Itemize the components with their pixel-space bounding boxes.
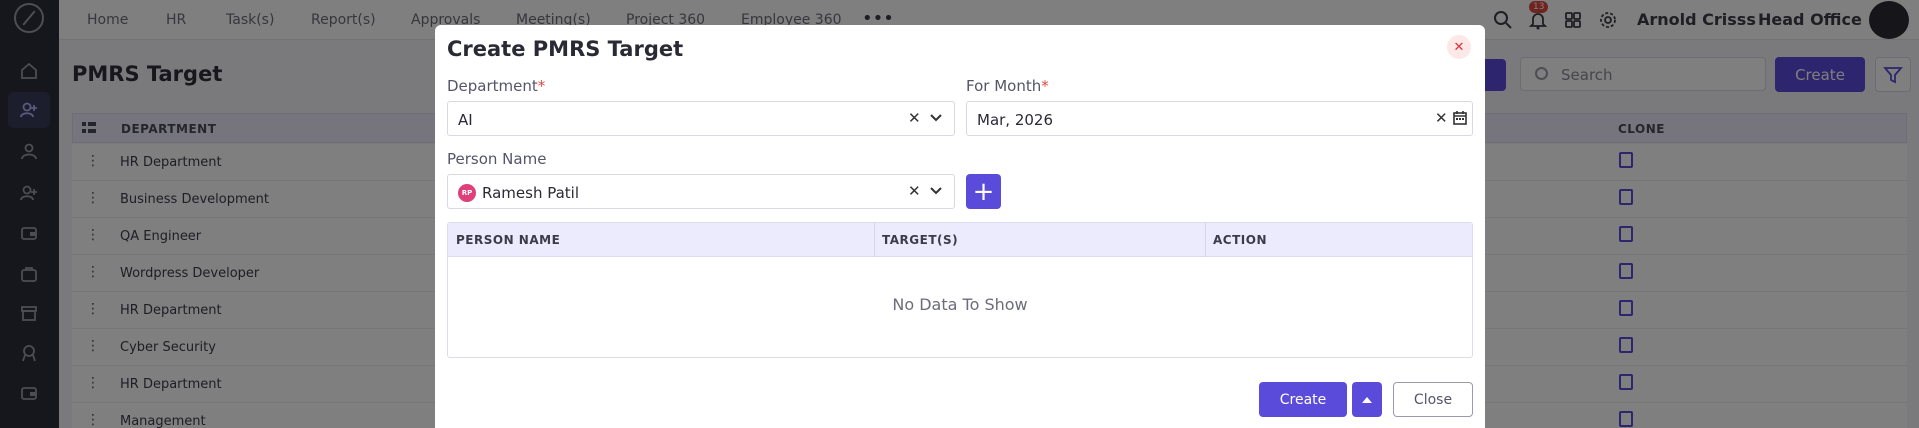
caret-up-icon bbox=[1362, 396, 1372, 403]
clear-icon[interactable]: ✕ bbox=[1435, 109, 1448, 127]
month-value: Mar, 2026 bbox=[977, 111, 1054, 129]
person-avatar: RP bbox=[458, 184, 476, 202]
person-name-label: Person Name bbox=[447, 150, 547, 168]
required-mark: * bbox=[1041, 77, 1049, 95]
calendar-icon[interactable] bbox=[1453, 110, 1467, 126]
column-targets: TARGET(S) bbox=[882, 233, 959, 247]
chevron-down-icon[interactable] bbox=[929, 110, 943, 126]
clear-icon[interactable]: ✕ bbox=[908, 109, 921, 127]
target-table-header: PERSON NAME TARGET(S) ACTION bbox=[448, 223, 1472, 257]
required-mark: * bbox=[537, 77, 546, 95]
column-person-name: PERSON NAME bbox=[456, 233, 561, 247]
chevron-down-icon[interactable] bbox=[929, 183, 943, 199]
target-table: PERSON NAME TARGET(S) ACTION No Data To … bbox=[447, 222, 1473, 358]
empty-state: No Data To Show bbox=[892, 295, 1028, 314]
person-value: Ramesh Patil bbox=[482, 184, 579, 202]
dialog-title: Create PMRS Target bbox=[447, 37, 684, 61]
create-button[interactable]: Create bbox=[1259, 382, 1347, 417]
clear-icon[interactable]: ✕ bbox=[908, 182, 921, 200]
month-picker[interactable]: Mar, 2026 ✕ bbox=[966, 101, 1473, 136]
person-select[interactable]: RP Ramesh Patil ✕ bbox=[447, 174, 955, 209]
create-options-button[interactable] bbox=[1352, 382, 1382, 417]
close-icon[interactable]: ✕ bbox=[1447, 35, 1471, 59]
close-button[interactable]: Close bbox=[1393, 382, 1473, 417]
add-person-button[interactable]: + bbox=[966, 174, 1001, 209]
department-label: Department* bbox=[447, 77, 546, 95]
create-pmrs-target-dialog: Create PMRS Target ✕ Department* AI ✕ Fo… bbox=[435, 25, 1485, 428]
department-select[interactable]: AI ✕ bbox=[447, 101, 955, 136]
for-month-label: For Month* bbox=[966, 77, 1049, 95]
column-action: ACTION bbox=[1213, 233, 1267, 247]
department-value: AI bbox=[458, 111, 473, 129]
